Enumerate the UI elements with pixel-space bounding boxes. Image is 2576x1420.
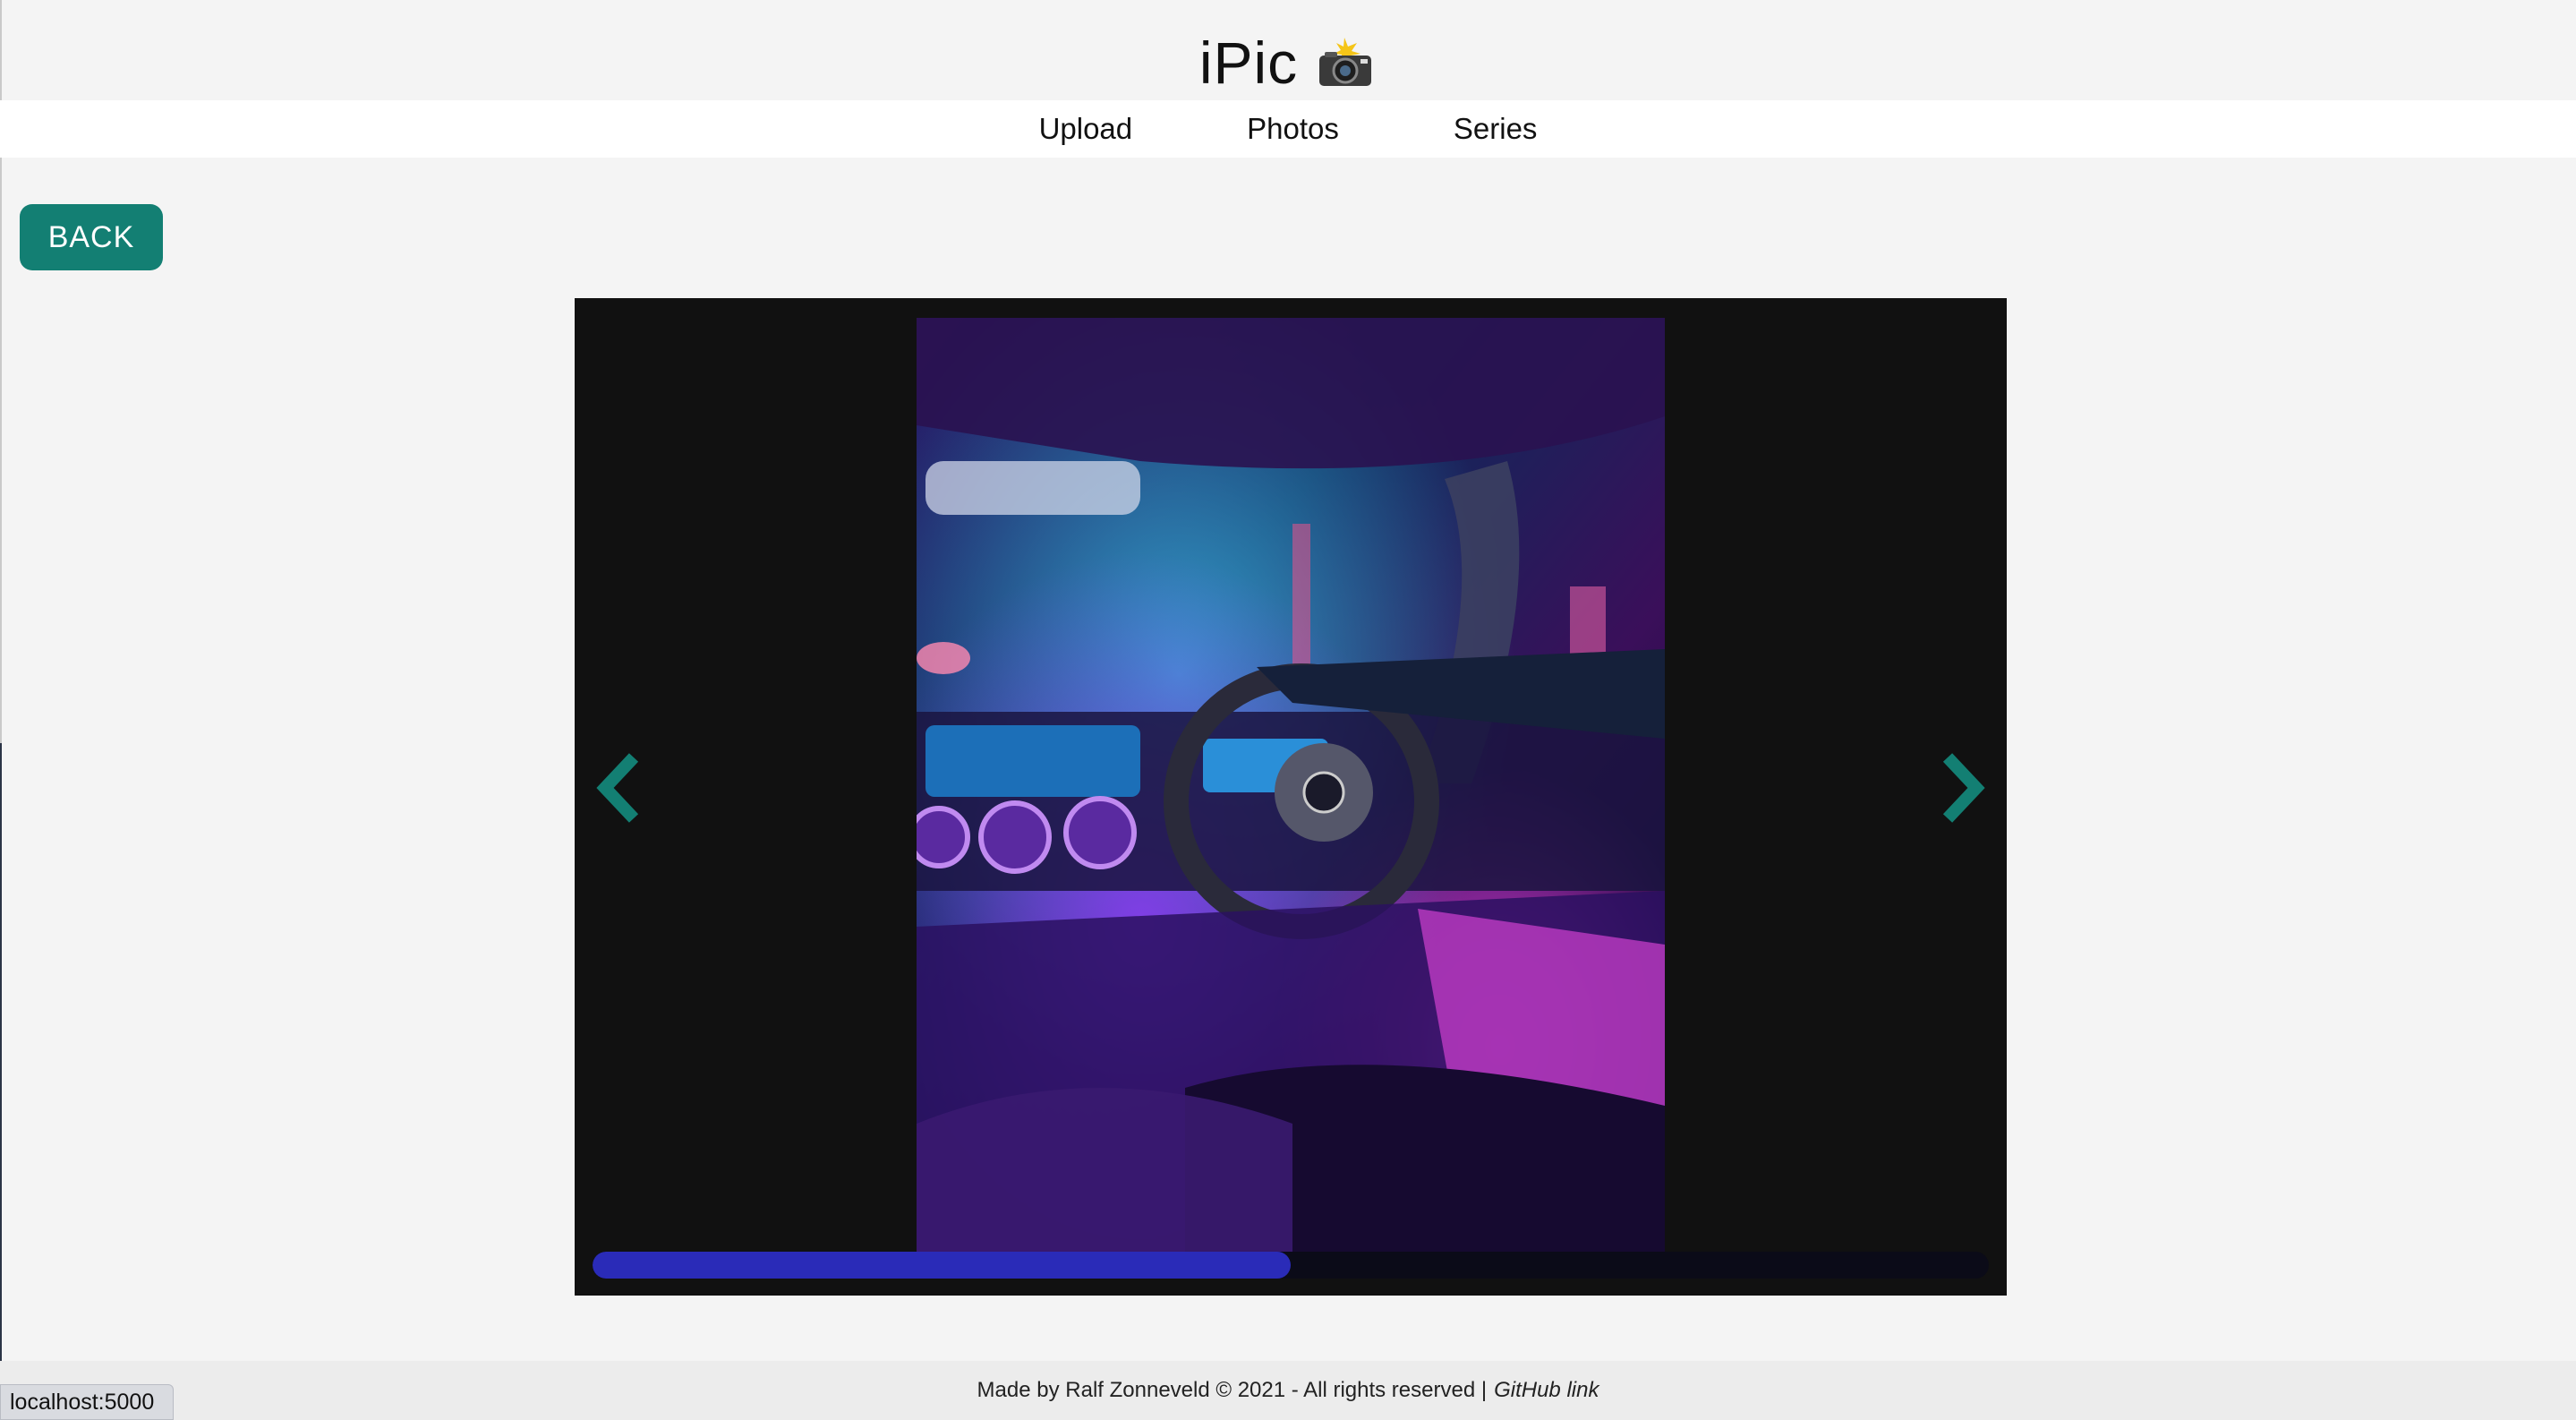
site-header: iPic	[0, 25, 2576, 100]
browser-status-url: localhost:5000	[0, 1384, 174, 1420]
nav-series[interactable]: Series	[1396, 112, 1595, 146]
window-edge-dark	[0, 743, 2, 1420]
github-link[interactable]: GitHub link	[1494, 1378, 1599, 1403]
site-title: iPic	[1198, 30, 1299, 96]
footer-text: Made by Ralf Zonneveld © 2021 - All righ…	[977, 1378, 1488, 1402]
back-button[interactable]: BACK	[20, 204, 163, 270]
main-nav: Upload Photos Series	[0, 100, 2576, 158]
nav-photos[interactable]: Photos	[1190, 112, 1396, 146]
site-footer: Made by Ralf Zonneveld © 2021 - All righ…	[0, 1361, 2576, 1420]
car-interior-photo	[917, 318, 1665, 1253]
chevron-right-icon[interactable]	[1935, 750, 1989, 825]
chevron-left-icon[interactable]	[593, 750, 646, 825]
slideshow-progress-fill	[593, 1252, 1291, 1279]
camera-flash-icon	[1319, 38, 1372, 86]
slideshow-progress	[593, 1252, 1989, 1279]
photo-viewer	[575, 298, 2007, 1296]
photo-illustration	[917, 318, 1665, 1253]
nav-upload[interactable]: Upload	[982, 112, 1190, 146]
